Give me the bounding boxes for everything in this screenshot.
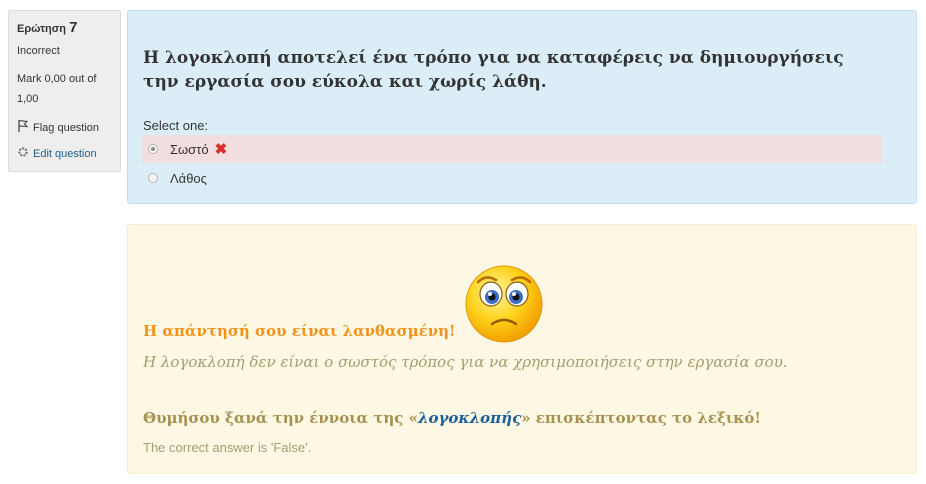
- correct-answer-text: The correct answer is 'False'.: [143, 440, 312, 455]
- edit-question-link[interactable]: Edit question: [17, 146, 112, 161]
- question-grade: Mark 0,00 out of 1,00: [17, 73, 97, 105]
- question-info-panel: Ερώτηση 7 Incorrect Mark 0,00 out of 1,0…: [8, 10, 121, 172]
- feedback-heading: Η απάντησή σου είναι λανθασμένη!: [143, 322, 456, 340]
- sad-face-icon: [464, 260, 544, 344]
- answer-label-true: Σωστό: [170, 141, 209, 157]
- reminder-text-after: » επισκέπτοντας το λεξικό!: [521, 409, 761, 427]
- radio-button-true[interactable]: [148, 144, 158, 154]
- flag-question-label: Flag question: [33, 121, 100, 134]
- answer-prompt: Select one:: [143, 118, 209, 133]
- answer-label-false: Λάθος: [170, 170, 207, 186]
- question-label: Ερώτηση: [17, 23, 67, 35]
- flag-icon: [17, 119, 29, 136]
- flag-question-link[interactable]: Flag question: [17, 119, 112, 136]
- question-text: Η λογοκλοπή αποτελεί ένα τρόπο για να κα…: [143, 48, 844, 92]
- glossary-link[interactable]: λογοκλοπής: [418, 409, 521, 427]
- question-number: Ερώτηση 7: [17, 19, 112, 36]
- feedback-explanation: Η λογοκλοπή δεν είναι ο σωστός τρόπος γι…: [143, 353, 788, 371]
- edit-question-label: Edit question: [33, 147, 97, 160]
- question-state: Incorrect: [17, 45, 60, 57]
- incorrect-icon: ✖: [214, 140, 228, 158]
- reminder-text-before: Θυμήσου ξανά την έννοια της «: [143, 409, 418, 427]
- answer-option-true[interactable]: Σωστό ✖: [142, 135, 882, 163]
- gear-icon: [17, 146, 29, 161]
- question-number-value: 7: [69, 19, 78, 36]
- radio-button-false[interactable]: [148, 173, 158, 183]
- feedback-panel: Η απάντησή σου είναι λανθασμένη! Η λογοκ…: [127, 224, 917, 474]
- feedback-reminder: Θυμήσου ξανά την έννοια της «λογοκλοπής»…: [143, 409, 761, 427]
- answer-option-false[interactable]: Λάθος: [142, 164, 882, 192]
- question-formulation: Η λογοκλοπή αποτελεί ένα τρόπο για να κα…: [127, 10, 917, 204]
